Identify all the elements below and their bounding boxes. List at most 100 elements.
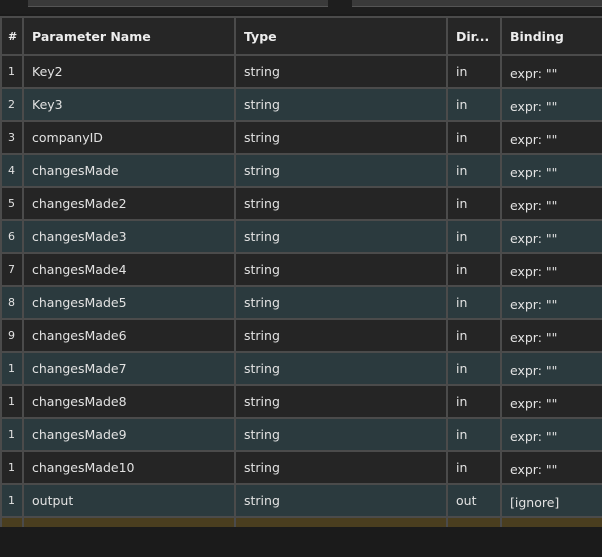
parameter-name-cell[interactable]: changesMade [22,153,236,188]
parameter-name-cell[interactable]: changesMade7 [22,351,236,386]
parameter-name-cell[interactable]: changesMade5 [22,285,236,320]
column-header-type[interactable]: Type [234,16,448,56]
toolbar-field-left[interactable] [28,0,328,7]
binding-cell[interactable]: expr: "" [500,219,602,254]
type-cell[interactable]: string [234,219,448,254]
table-row[interactable]: 1 Key2 string in expr: "" [0,54,602,89]
direction-cell[interactable]: in [446,450,502,485]
table-row[interactable]: 1 changesMade8 string in expr: "" [0,384,602,419]
row-index[interactable]: 1 [0,450,24,485]
table-row[interactable]: 2 Key3 string in expr: "" [0,87,602,122]
column-header-binding[interactable]: Binding [500,16,602,56]
column-header-direction[interactable]: Dir... [446,16,502,56]
type-cell[interactable]: string [234,351,448,386]
row-index[interactable]: 2 [0,87,24,122]
table-row[interactable]: 1 changesMade7 string in expr: "" [0,351,602,386]
direction-cell[interactable]: in [446,318,502,353]
table-row[interactable]: 7 changesMade4 string in expr: "" [0,252,602,287]
row-index[interactable]: 9 [0,318,24,353]
type-cell-text: string [244,361,280,376]
type-cell[interactable]: string [234,153,448,188]
type-cell[interactable]: string [234,483,448,518]
row-index-text: 1 [8,362,15,375]
binding-cell-text: expr: "" [510,197,558,213]
direction-cell[interactable]: in [446,351,502,386]
row-index[interactable]: 1 [0,483,24,518]
table-row[interactable]: 9 changesMade6 string in expr: "" [0,318,602,353]
parameter-name-cell[interactable]: companyID [22,120,236,155]
parameter-name-cell[interactable]: Key3 [22,87,236,122]
type-cell[interactable]: string [234,54,448,89]
type-cell[interactable]: string [234,450,448,485]
column-header-parameter-name[interactable]: Parameter Name [22,16,236,56]
type-cell[interactable]: string [234,120,448,155]
parameter-name-cell[interactable]: Key2 [22,54,236,89]
table-row[interactable]: 3 companyID string in expr: "" [0,120,602,155]
row-index[interactable]: 4 [0,153,24,188]
parameter-name-cell[interactable]: output [22,483,236,518]
type-cell[interactable]: string [234,384,448,419]
direction-cell[interactable]: in [446,153,502,188]
row-index[interactable]: 1 [0,54,24,89]
binding-cell[interactable]: expr: "" [500,351,602,386]
grid-body: 1 Key2 string in expr: "" 2 Key3 string in expr: … [0,54,602,551]
binding-cell[interactable]: expr: "" [500,417,602,452]
parameter-name-cell[interactable]: changesMade3 [22,219,236,254]
table-row[interactable]: 1 changesMade10 string in expr: "" [0,450,602,485]
type-cell[interactable]: string [234,285,448,320]
row-index-text: 2 [8,98,15,111]
binding-cell[interactable]: expr: "" [500,450,602,485]
direction-cell[interactable]: in [446,120,502,155]
binding-cell[interactable]: expr: "" [500,285,602,320]
parameter-name-cell[interactable]: changesMade2 [22,186,236,221]
binding-cell[interactable]: expr: "" [500,384,602,419]
type-cell[interactable]: string [234,252,448,287]
binding-cell[interactable]: expr: "" [500,54,602,89]
row-index[interactable]: 6 [0,219,24,254]
type-cell[interactable]: string [234,87,448,122]
parameter-name-cell[interactable]: changesMade10 [22,450,236,485]
parameter-name-cell[interactable]: changesMade9 [22,417,236,452]
direction-cell[interactable]: in [446,87,502,122]
parameter-name-cell[interactable]: changesMade6 [22,318,236,353]
type-cell[interactable]: string [234,318,448,353]
table-row[interactable]: 6 changesMade3 string in expr: "" [0,219,602,254]
row-index[interactable]: 5 [0,186,24,221]
table-row[interactable]: 4 changesMade string in expr: "" [0,153,602,188]
binding-cell[interactable]: expr: "" [500,318,602,353]
direction-cell[interactable]: in [446,54,502,89]
table-row[interactable]: 5 changesMade2 string in expr: "" [0,186,602,221]
direction-cell[interactable]: in [446,285,502,320]
row-index[interactable]: 3 [0,120,24,155]
toolbar-field-right[interactable] [352,0,602,7]
binding-cell[interactable]: expr: "" [500,252,602,287]
type-cell[interactable]: string [234,417,448,452]
parameter-name-cell[interactable]: changesMade8 [22,384,236,419]
table-row[interactable]: 1 changesMade9 string in expr: "" [0,417,602,452]
direction-cell[interactable]: in [446,219,502,254]
table-row[interactable]: 8 changesMade5 string in expr: "" [0,285,602,320]
row-index[interactable]: 1 [0,351,24,386]
table-row[interactable]: 1 output string out [ignore] [0,483,602,518]
binding-cell-text: expr: "" [510,98,558,114]
parameter-name-cell-text: changesMade2 [32,196,127,211]
type-cell-text: string [244,394,280,409]
column-header-index[interactable]: # [0,16,24,56]
direction-cell[interactable]: out [446,483,502,518]
binding-cell[interactable]: [ignore] [500,483,602,518]
direction-cell[interactable]: in [446,252,502,287]
binding-cell[interactable]: expr: "" [500,186,602,221]
direction-cell[interactable]: in [446,186,502,221]
type-cell[interactable]: string [234,186,448,221]
parameter-name-cell-text: changesMade4 [32,262,127,277]
binding-cell[interactable]: expr: "" [500,87,602,122]
parameter-name-cell[interactable]: changesMade4 [22,252,236,287]
row-index[interactable]: 8 [0,285,24,320]
binding-cell[interactable]: expr: "" [500,153,602,188]
binding-cell[interactable]: expr: "" [500,120,602,155]
row-index[interactable]: 1 [0,417,24,452]
direction-cell[interactable]: in [446,384,502,419]
row-index[interactable]: 1 [0,384,24,419]
direction-cell[interactable]: in [446,417,502,452]
row-index[interactable]: 7 [0,252,24,287]
